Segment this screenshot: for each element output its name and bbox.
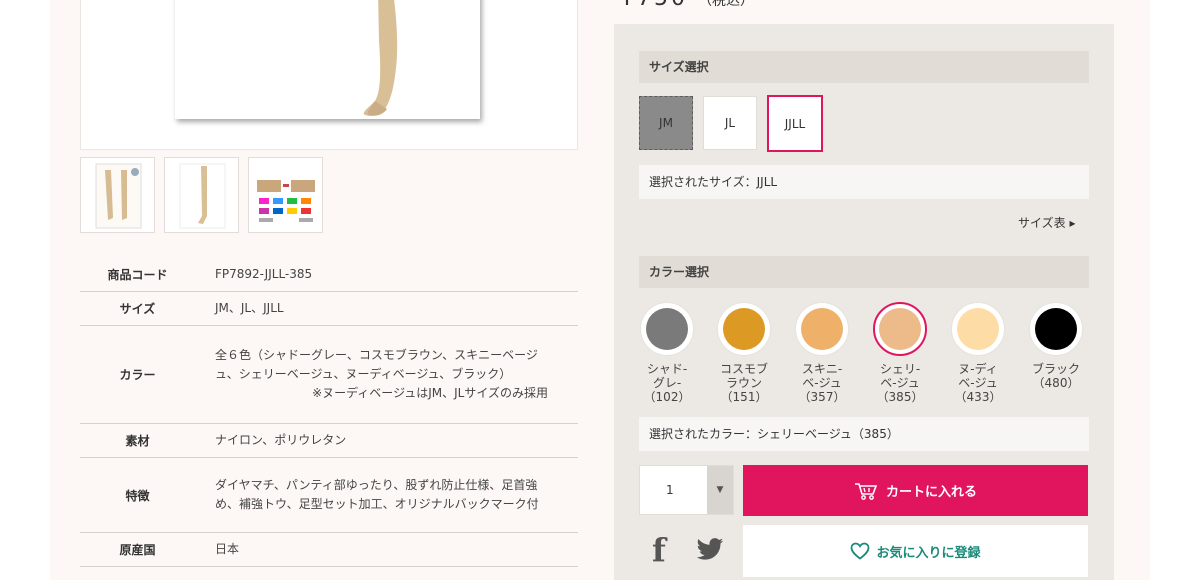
color-swatch-cosmo-brown[interactable]: [717, 302, 771, 356]
table-row: 特徴 ダイヤマチ、パンティ部ゆったり、股ずれ防止仕様、足首強め、補強トウ、足型セ…: [80, 458, 578, 533]
swatch-label-line: ベ-ジュ: [958, 376, 998, 390]
swatch-label-line: （385）: [876, 390, 924, 404]
selected-size-text: 選択されたサイズ：JJLL: [639, 165, 1089, 199]
table-row: 素材 ナイロン、ポリウレタン: [80, 424, 578, 458]
swatch-label-line: ブラック: [1031, 362, 1080, 376]
color-note: ※ヌーディベージュはJM、JLサイズのみ採用: [312, 386, 548, 400]
swatch-dot: [723, 308, 765, 350]
price: ¥750 （税込）: [620, 0, 754, 11]
swatch-label-line: （433）: [954, 390, 1002, 404]
swatch-label-line: シェリ-: [879, 362, 921, 376]
color-swatch-shadow-grey[interactable]: [640, 302, 694, 356]
size-option-jl[interactable]: JL: [703, 96, 757, 150]
spec-value: JM、JL、JJLL: [215, 301, 284, 315]
spec-value: 日本: [215, 542, 240, 556]
spec-value: ダイヤマチ、パンティ部ゆったり、股ずれ防止仕様、足首強め、補強トウ、足型セット加…: [215, 478, 539, 511]
swatch-label-line: （102）: [643, 390, 691, 404]
swatch-label: シャド- グレ- （102）: [635, 362, 699, 404]
swatch-label-line: シャド-: [646, 362, 688, 376]
add-to-cart-label: カートに入れる: [885, 485, 977, 500]
quantity-select[interactable]: 1 ▼: [639, 465, 734, 515]
color-swatch-black[interactable]: [1029, 302, 1083, 356]
spec-label: サイズ: [119, 302, 156, 316]
color-section-heading: カラー選択: [639, 256, 1089, 288]
swatch-label: シェリ- ベ-ジュ （385）: [868, 362, 932, 404]
size-section-heading: サイズ選択: [639, 51, 1089, 83]
swatch-label-line: （151）: [720, 390, 768, 404]
size-chart-link[interactable]: サイズ表 ▸: [1018, 214, 1075, 231]
product-main-image: [80, 0, 578, 150]
product-thumbnail[interactable]: [164, 157, 239, 233]
quantity-value: 1: [666, 483, 674, 497]
color-swatch-skinny-beige[interactable]: [795, 302, 849, 356]
swatch-label: コスモブ ラウン （151）: [712, 362, 776, 404]
price-tax: （税込）: [698, 0, 754, 9]
price-amount: ¥750: [620, 0, 688, 11]
add-to-favorites-label: お気に入りに登録: [876, 545, 981, 561]
color-value: 全６色（シャドーグレー、コスモブラウン、スキニーベージュ、シェリーベージュ、ヌー…: [215, 348, 538, 381]
swatch-label-line: ベ-ジュ: [880, 376, 920, 390]
color-swatch-nudie-beige[interactable]: [951, 302, 1005, 356]
swatch-label-line: グレ-: [652, 376, 682, 390]
swatch-label-line: ヌ-ディ: [958, 362, 998, 376]
table-row: 商品コード FP7892-JJLL-385: [80, 258, 578, 292]
swatch-dot: [646, 308, 688, 350]
size-option-jm[interactable]: JM: [639, 96, 693, 150]
swatch-label: ブラック （480）: [1024, 362, 1088, 390]
twitter-icon[interactable]: [695, 538, 725, 562]
swatch-label-line: スキニ-: [801, 362, 843, 376]
swatch-dot: [1035, 308, 1077, 350]
table-row: 原産国 日本: [80, 533, 578, 567]
swatch-label-line: ベ-ジュ: [802, 376, 842, 390]
product-thumbnail[interactable]: [80, 157, 155, 233]
spec-table: 商品コード FP7892-JJLL-385 サイズ JM、JL、JJLL カラー…: [80, 258, 578, 567]
add-to-favorites-button[interactable]: お気に入りに登録: [743, 525, 1088, 577]
spec-value: 全６色（シャドーグレー、コスモブラウン、スキニーベージュ、シェリーベージュ、ヌー…: [195, 326, 578, 424]
swatch-label-line: コスモブ: [719, 362, 768, 376]
cart-icon: [854, 482, 878, 500]
chevron-down-icon: ▼: [707, 466, 733, 514]
add-to-cart-button[interactable]: カートに入れる: [743, 465, 1088, 516]
selected-color-text: 選択されたカラー：シェリーベージュ（385）: [639, 417, 1089, 451]
swatch-dot: [957, 308, 999, 350]
product-thumbnail[interactable]: [248, 157, 323, 233]
spec-label: 素材: [125, 434, 150, 448]
spec-label: 商品コード: [107, 268, 168, 282]
color-swatch-sherry-beige[interactable]: [873, 302, 927, 356]
size-option-jjll[interactable]: JJLL: [767, 95, 823, 152]
spec-value: FP7892-JJLL-385: [215, 267, 313, 281]
swatch-label-line: （357）: [798, 390, 846, 404]
swatch-dot: [879, 308, 921, 350]
heart-icon: [851, 542, 870, 560]
spec-label: 原産国: [119, 543, 156, 557]
spec-value: ナイロン、ポリウレタン: [215, 433, 347, 447]
swatch-label: ヌ-ディ ベ-ジュ （433）: [946, 362, 1010, 404]
spec-label: 特徴: [125, 488, 150, 503]
swatch-label-line: （480）: [1032, 376, 1080, 390]
swatch-label: スキニ- ベ-ジュ （357）: [790, 362, 854, 404]
facebook-icon[interactable]: f: [652, 531, 666, 569]
product-photo: [175, 0, 480, 119]
spec-label: カラー: [119, 368, 156, 382]
swatch-dot: [801, 308, 843, 350]
table-row: カラー 全６色（シャドーグレー、コスモブラウン、スキニーベージュ、シェリーベージ…: [80, 326, 578, 424]
swatch-label-line: ラウン: [725, 376, 762, 390]
table-row: サイズ JM、JL、JJLL: [80, 292, 578, 326]
